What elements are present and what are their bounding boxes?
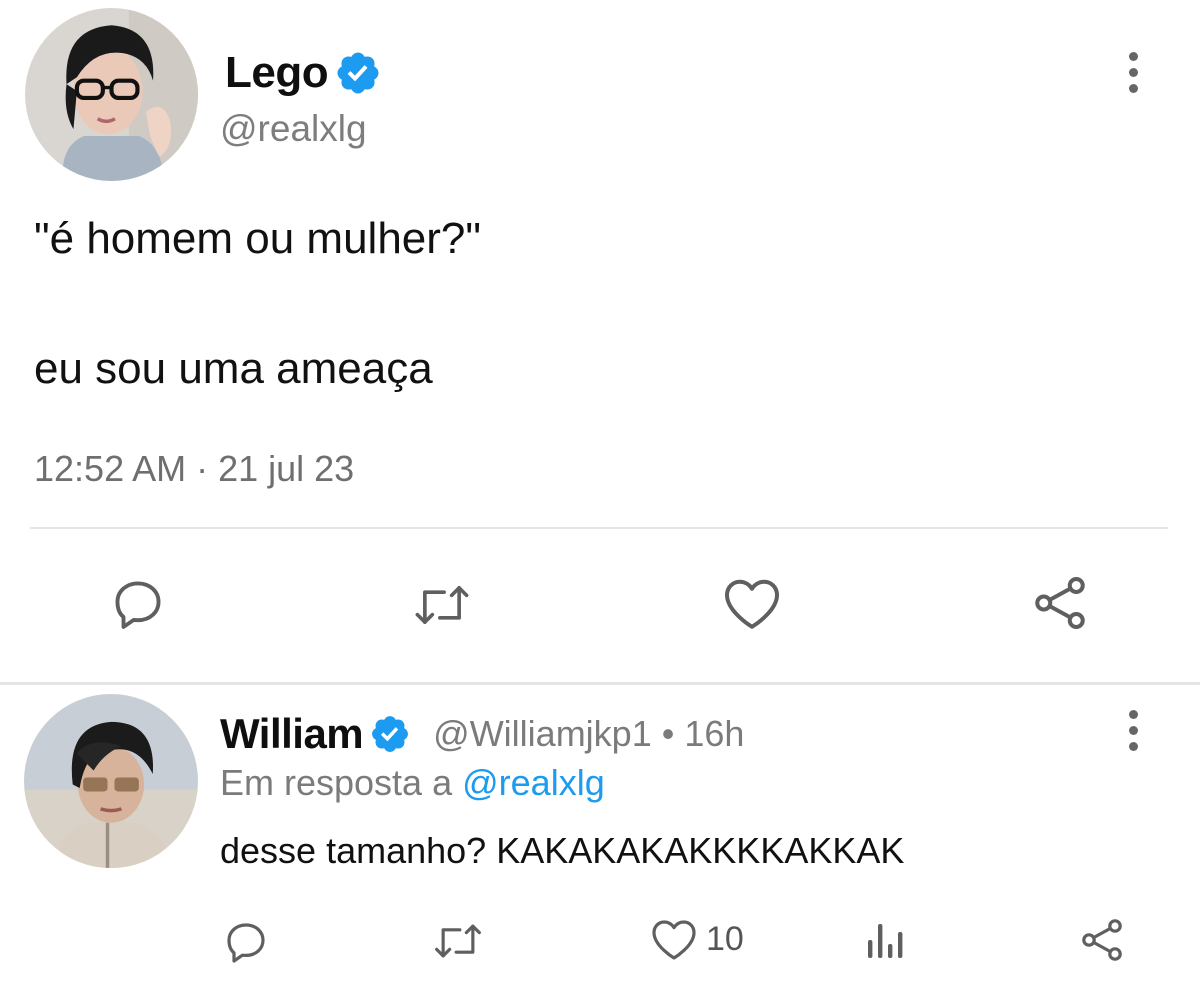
reply-context-prefix: Em resposta a	[220, 762, 453, 803]
tweet-author-avatar[interactable]	[25, 8, 198, 181]
like-button[interactable]	[722, 575, 782, 631]
heart-icon	[652, 920, 696, 960]
reply-context-mention[interactable]: @realxlg	[462, 762, 605, 803]
like-count: 10	[706, 919, 744, 958]
reply-retweet-button[interactable]	[432, 920, 484, 962]
tweet-author-handle[interactable]: @realxlg	[220, 108, 367, 150]
verified-badge-icon	[334, 49, 382, 97]
reply-share-button[interactable]	[1078, 916, 1126, 964]
divider	[30, 527, 1168, 529]
share-icon	[1035, 577, 1085, 629]
heart-icon	[725, 579, 779, 629]
tweet-text-line-1: "é homem ou mulher?"	[34, 214, 482, 263]
share-button[interactable]	[1030, 573, 1090, 633]
tweet-text-line-2: eu sou uma ameaça	[34, 344, 433, 393]
reply-text: desse tamanho? KAKAKAKAKKKKAKKAK	[220, 830, 905, 871]
reply-icon	[115, 581, 161, 629]
reply-like-button[interactable]: 10	[650, 917, 744, 961]
retweet-icon	[435, 924, 481, 958]
more-options-icon[interactable]	[1127, 52, 1139, 100]
reply-handle-and-time[interactable]: @Williamjkp1 • 16h	[433, 713, 744, 755]
more-options-icon[interactable]	[1127, 710, 1139, 758]
reply-reply-button[interactable]	[222, 918, 270, 966]
tweet-author-name[interactable]: Lego	[225, 48, 329, 98]
reply-author-avatar[interactable]	[24, 694, 198, 868]
retweet-button[interactable]	[412, 580, 472, 630]
views-icon	[868, 924, 903, 958]
reply-author-row: William @Williamjkp1 • 16h	[220, 706, 744, 762]
reply-author-name[interactable]: William	[220, 710, 364, 758]
reply-views-button[interactable]	[864, 920, 908, 960]
verified-badge-icon	[369, 713, 411, 755]
reply-button[interactable]	[109, 575, 167, 633]
reply-icon	[227, 923, 265, 963]
tweet-author-row: Lego	[225, 43, 382, 103]
section-divider	[0, 682, 1200, 685]
share-icon	[1082, 919, 1122, 961]
reply-context: Em resposta a @realxlg	[220, 762, 605, 804]
retweet-icon	[415, 586, 469, 624]
tweet-timestamp[interactable]: 12:52 AM · 21 jul 23	[34, 448, 354, 490]
